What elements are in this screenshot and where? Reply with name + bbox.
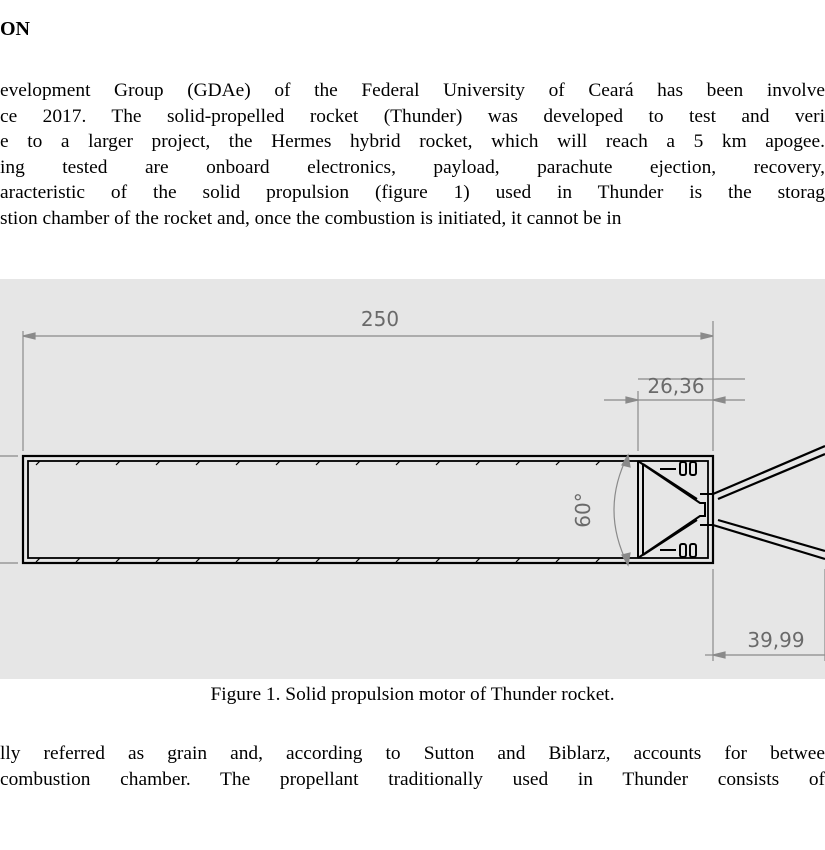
paragraph-line: combustion chamber. The propellant tradi… [0, 768, 825, 790]
section-heading: ON [0, 18, 30, 40]
overall-length-label: 250 [361, 307, 399, 331]
nozzle-length-label: 39,99 [747, 628, 804, 652]
paragraph-line: e to a larger project, the Hermes hybrid… [0, 131, 825, 153]
paragraph-line: aracteristic of the solid propulsion (fi… [0, 182, 825, 204]
nozzle-insert [637, 460, 713, 559]
nozzle-cone [712, 444, 825, 561]
body-paragraph: lly referred as grain and, according to … [0, 741, 825, 792]
paragraph-line: ce 2017. The solid-propelled rocket (Thu… [0, 105, 825, 127]
paragraph-line: ing tested are onboard electronics, payl… [0, 156, 825, 178]
nozzle-section-label: 26,36 [647, 374, 704, 398]
paragraph-line: stion chamber of the rocket and, once th… [0, 207, 622, 229]
grain-hatch [35, 460, 601, 563]
paragraph-line: lly referred as grain and, according to … [0, 743, 825, 764]
motor-drawing: 250 26,36 60° 39,99 [0, 307, 825, 661]
paragraph-line: evelopment Group (GDAe) of the Federal U… [0, 80, 825, 101]
convergence-angle-label: 60° [571, 492, 595, 527]
motor-outline [21, 454, 715, 565]
intro-paragraph: evelopment Group (GDAe) of the Federal U… [0, 78, 825, 232]
dimension-lines [0, 321, 825, 661]
figure-caption: Figure 1. Solid propulsion motor of Thun… [210, 684, 615, 705]
motor-drawing-figure: 250 26,36 60° 39,99 [0, 279, 825, 679]
